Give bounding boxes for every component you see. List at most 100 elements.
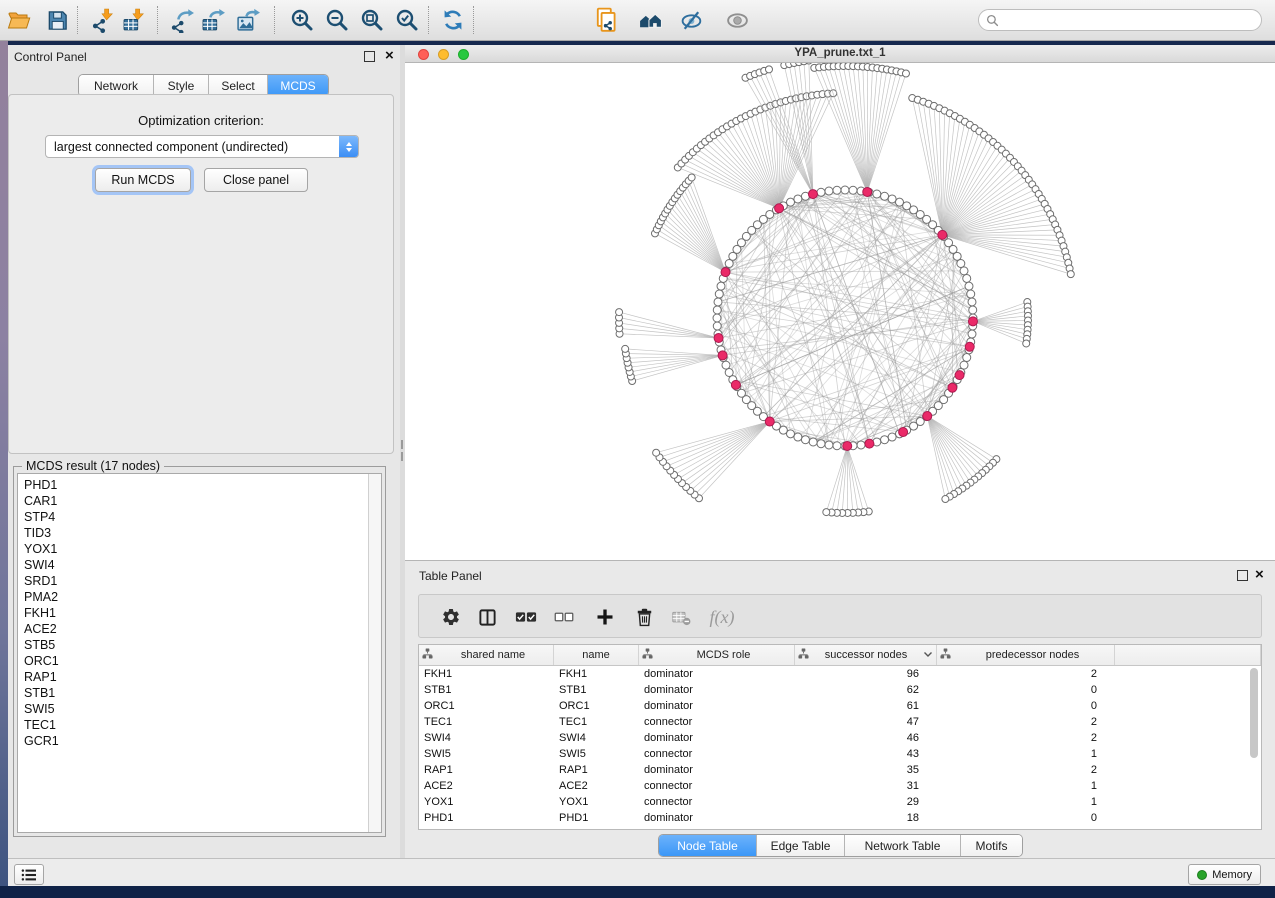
- table-row[interactable]: SWI5SWI5connector431: [419, 746, 1261, 762]
- table-row[interactable]: TEC1TEC1connector472: [419, 714, 1261, 730]
- refresh-network-icon[interactable]: [440, 7, 466, 33]
- control-panel-title: Control Panel: [14, 50, 87, 64]
- network-window-titlebar[interactable]: YPA_prune.txt_1: [405, 45, 1275, 63]
- export-table-icon[interactable]: [200, 7, 226, 33]
- table-row[interactable]: ACE2ACE2connector311: [419, 778, 1261, 794]
- delete-column-icon[interactable]: [631, 604, 657, 630]
- table-scrollbar[interactable]: [1250, 668, 1258, 758]
- mcds-result-item[interactable]: STB1: [24, 685, 368, 701]
- table-cell: 61: [795, 700, 937, 712]
- run-mcds-button[interactable]: Run MCDS: [95, 168, 191, 192]
- column-header-filler: [1115, 645, 1261, 665]
- mcds-result-item[interactable]: TEC1: [24, 717, 368, 733]
- close-panel-icon[interactable]: ×: [385, 50, 394, 61]
- mcds-result-item[interactable]: CAR1: [24, 493, 368, 509]
- tab-select[interactable]: Select: [209, 75, 268, 96]
- zoom-fit-icon[interactable]: [359, 7, 385, 33]
- save-session-icon[interactable]: [44, 7, 70, 33]
- mcds-tab-content: Optimization criterion: largest connecte…: [8, 94, 394, 454]
- table-row[interactable]: SWI4SWI4dominator462: [419, 730, 1261, 746]
- table-row[interactable]: PHD1PHD1dominator180: [419, 810, 1261, 826]
- mcds-result-item[interactable]: SRD1: [24, 573, 368, 589]
- hide-selected-icon[interactable]: [679, 7, 705, 33]
- table-cell: 96: [795, 668, 937, 680]
- search-input[interactable]: [1003, 12, 1261, 28]
- float-panel-icon[interactable]: [364, 51, 375, 62]
- mcds-result-item[interactable]: STP4: [24, 509, 368, 525]
- import-network-icon[interactable]: [90, 7, 116, 33]
- float-table-panel-icon[interactable]: [1237, 570, 1248, 581]
- show-all-icon[interactable]: [724, 7, 750, 33]
- close-panel-button[interactable]: Close panel: [204, 168, 308, 192]
- table-cell: 46: [795, 732, 937, 744]
- mcds-result-item[interactable]: PHD1: [24, 477, 368, 493]
- mcds-result-item[interactable]: RAP1: [24, 669, 368, 685]
- table-row[interactable]: FKH1FKH1dominator962: [419, 666, 1261, 682]
- group-nodes-icon[interactable]: [637, 7, 663, 33]
- column-header[interactable]: successor nodes: [795, 645, 937, 665]
- network-canvas[interactable]: [405, 63, 1275, 560]
- column-header[interactable]: MCDS role: [639, 645, 795, 665]
- export-image-icon[interactable]: [235, 7, 261, 33]
- table-cell: ORC1: [554, 700, 639, 712]
- zoom-in-icon[interactable]: [289, 7, 315, 33]
- tab-style[interactable]: Style: [154, 75, 209, 96]
- table-header-row[interactable]: shared namenameMCDS rolesuccessor nodesp…: [419, 645, 1261, 666]
- table-cell: 62: [795, 684, 937, 696]
- optimization-criterion-dropdown[interactable]: largest connected component (undirected): [45, 135, 359, 158]
- mcds-result-item[interactable]: ORC1: [24, 653, 368, 669]
- mcds-list-scrollbar[interactable]: [368, 474, 381, 832]
- table-row[interactable]: STB1STB1dominator620: [419, 682, 1261, 698]
- table-cell: 2: [937, 764, 1115, 776]
- status-bar: Memory: [8, 858, 1275, 886]
- import-table-icon[interactable]: [121, 7, 147, 33]
- table-cell: 43: [795, 748, 937, 760]
- node-table[interactable]: shared namenameMCDS rolesuccessor nodesp…: [418, 644, 1262, 830]
- add-column-icon[interactable]: [592, 604, 618, 630]
- zoom-selected-icon[interactable]: [394, 7, 420, 33]
- tab-motifs[interactable]: Motifs: [961, 835, 1022, 856]
- mcds-result-item[interactable]: SWI4: [24, 557, 368, 573]
- mcds-result-list[interactable]: PHD1CAR1STP4TID3YOX1SWI4SRD1PMA2FKH1ACE2…: [18, 474, 368, 832]
- mcds-result-item[interactable]: GCR1: [24, 733, 368, 749]
- tab-network-table[interactable]: Network Table: [845, 835, 961, 856]
- mcds-result-item[interactable]: TID3: [24, 525, 368, 541]
- deselect-all-rows-icon[interactable]: [551, 604, 577, 630]
- mcds-result-item[interactable]: YOX1: [24, 541, 368, 557]
- task-history-button[interactable]: [14, 864, 44, 885]
- search-box[interactable]: [978, 9, 1262, 31]
- column-header[interactable]: name: [554, 645, 639, 665]
- table-row[interactable]: ORC1ORC1dominator610: [419, 698, 1261, 714]
- table-row[interactable]: RAP1RAP1dominator352: [419, 762, 1261, 778]
- open-file-icon[interactable]: [6, 7, 32, 33]
- show-columns-icon[interactable]: [474, 604, 500, 630]
- memory-status-icon: [1197, 870, 1207, 880]
- tab-mcds[interactable]: MCDS: [268, 75, 328, 96]
- table-row[interactable]: YOX1YOX1connector291: [419, 794, 1261, 810]
- tab-node-table[interactable]: Node Table: [659, 835, 757, 856]
- memory-button[interactable]: Memory: [1188, 864, 1261, 885]
- zoom-out-icon[interactable]: [324, 7, 350, 33]
- table-body[interactable]: FKH1FKH1dominator962STB1STB1dominator620…: [419, 666, 1261, 826]
- table-cell: SWI5: [419, 748, 554, 760]
- mcds-result-item[interactable]: PMA2: [24, 589, 368, 605]
- mcds-result-item[interactable]: ACE2: [24, 621, 368, 637]
- export-network-icon[interactable]: [169, 7, 195, 33]
- table-cell: FKH1: [554, 668, 639, 680]
- select-all-rows-icon[interactable]: [513, 604, 539, 630]
- toolbar-separator: [428, 6, 429, 34]
- mcds-result-item[interactable]: STB5: [24, 637, 368, 653]
- tab-network[interactable]: Network: [79, 75, 154, 96]
- share-network-icon[interactable]: [594, 7, 620, 33]
- table-cell: FKH1: [419, 668, 554, 680]
- table-cell: 1: [937, 748, 1115, 760]
- mcds-result-item[interactable]: SWI5: [24, 701, 368, 717]
- close-table-panel-icon[interactable]: ×: [1255, 569, 1264, 580]
- column-header[interactable]: shared name: [419, 645, 554, 665]
- column-header[interactable]: predecessor nodes: [937, 645, 1115, 665]
- table-panel-tabs: Node Table Edge Table Network Table Moti…: [658, 834, 1023, 857]
- table-options-gear-icon[interactable]: [438, 604, 464, 630]
- mcds-result-item[interactable]: FKH1: [24, 605, 368, 621]
- tab-edge-table[interactable]: Edge Table: [757, 835, 845, 856]
- table-cell: dominator: [639, 700, 795, 712]
